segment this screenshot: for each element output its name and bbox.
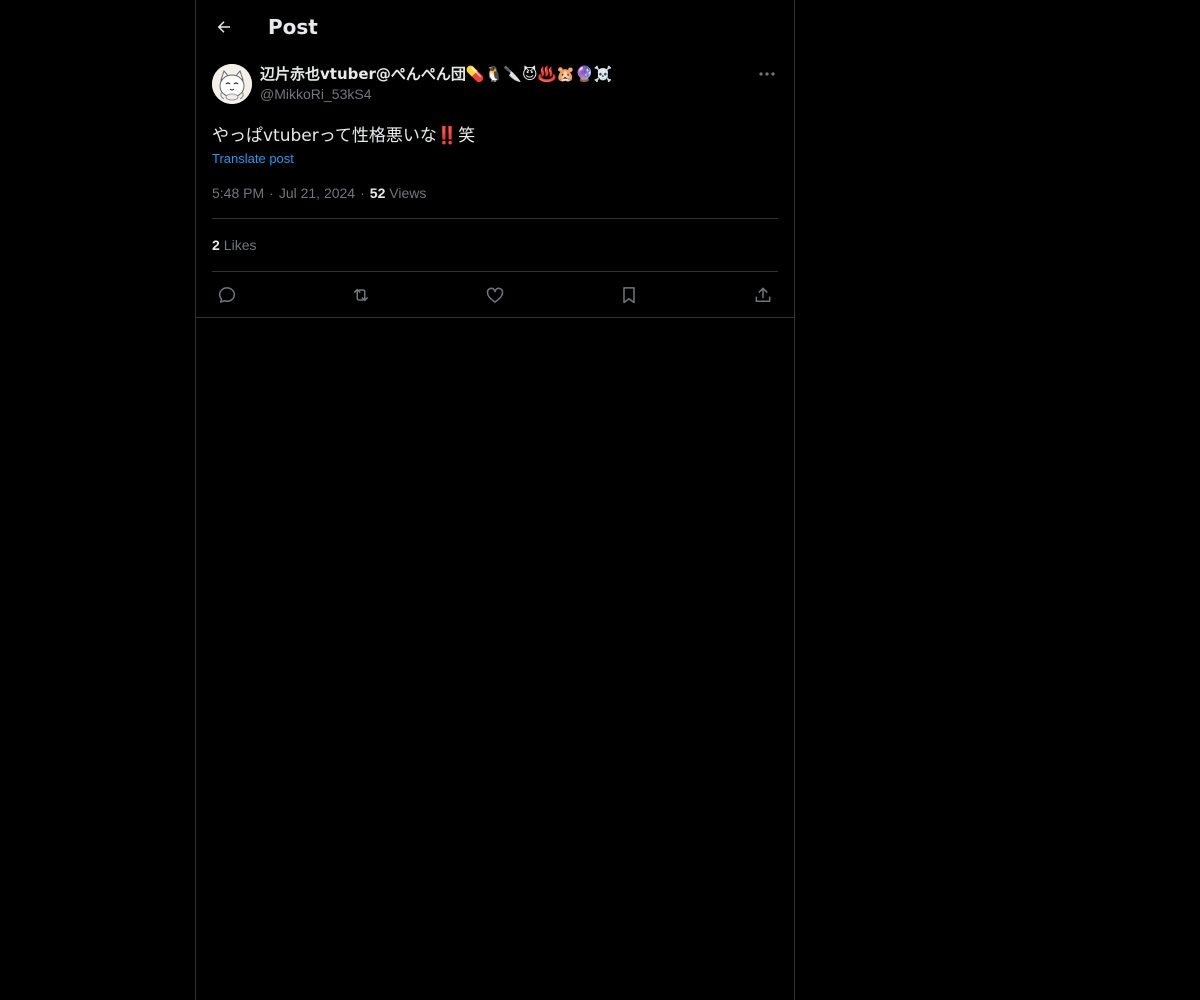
share-button[interactable] xyxy=(752,284,774,306)
arrow-left-icon xyxy=(217,21,230,33)
likes-count: 2 xyxy=(212,237,220,253)
cat-avatar-icon xyxy=(212,64,252,104)
repost-icon xyxy=(354,288,368,302)
more-horizontal-icon xyxy=(759,72,775,76)
avatar[interactable] xyxy=(212,64,252,104)
heart-icon xyxy=(486,287,504,303)
bookmark-button[interactable] xyxy=(618,284,640,306)
page-header: Post xyxy=(196,0,794,54)
more-options-button[interactable] xyxy=(756,64,778,84)
meta-separator: · xyxy=(360,185,365,201)
reply-button[interactable] xyxy=(216,284,238,306)
bookmark-icon xyxy=(623,287,635,304)
post: 辺片赤也vtuber@ぺんぺん団💊🐧🔪😈♨️🐹🔮☠️ @MikkoRi_53kS… xyxy=(196,64,794,318)
post-text-end: 笑 xyxy=(458,126,476,146)
author-row: 辺片赤也vtuber@ぺんぺん団💊🐧🔪😈♨️🐹🔮☠️ @MikkoRi_53kS… xyxy=(212,64,778,110)
double-exclamation-emoji: ‼️ xyxy=(436,126,459,146)
share-icon xyxy=(755,287,771,302)
post-bottom-divider xyxy=(196,317,794,318)
translate-post-link[interactable]: Translate post xyxy=(212,149,294,169)
post-text: やっぱvtuberって性格悪いな‼️笑 xyxy=(212,124,778,148)
views-label: Views xyxy=(389,185,427,201)
post-column: Post 辺片赤也vtuber@ぺんぺん団💊🐧🔪😈♨️🐹🔮☠️ @MikkoRi… xyxy=(195,0,795,1000)
action-bar xyxy=(212,272,778,318)
page-title: Post xyxy=(268,15,318,39)
likes-label: Likes xyxy=(223,237,257,253)
views-count: 52 xyxy=(369,185,386,201)
reply-icon xyxy=(218,287,236,303)
meta-separator: · xyxy=(269,185,274,201)
post-stats: 2 Likes xyxy=(212,219,778,272)
post-text-main: やっぱvtuberって性格悪いな xyxy=(212,126,437,146)
author-names: 辺片赤也vtuber@ぺんぺん団💊🐧🔪😈♨️🐹🔮☠️ @MikkoRi_53kS… xyxy=(260,64,612,104)
repost-button[interactable] xyxy=(350,284,372,306)
author-handle[interactable]: @MikkoRi_53kS4 xyxy=(260,84,612,104)
post-time[interactable]: 5:48 PM xyxy=(212,185,264,201)
back-button[interactable] xyxy=(210,13,238,41)
author-display-name[interactable]: 辺片赤也vtuber@ぺんぺん団💊🐧🔪😈♨️🐹🔮☠️ xyxy=(260,64,612,84)
likes-link[interactable]: 2 Likes xyxy=(212,237,256,253)
like-button[interactable] xyxy=(484,284,506,306)
post-meta: 5:48 PM · Jul 21, 2024 · 52 Views xyxy=(212,183,778,219)
post-date[interactable]: Jul 21, 2024 xyxy=(279,185,355,201)
